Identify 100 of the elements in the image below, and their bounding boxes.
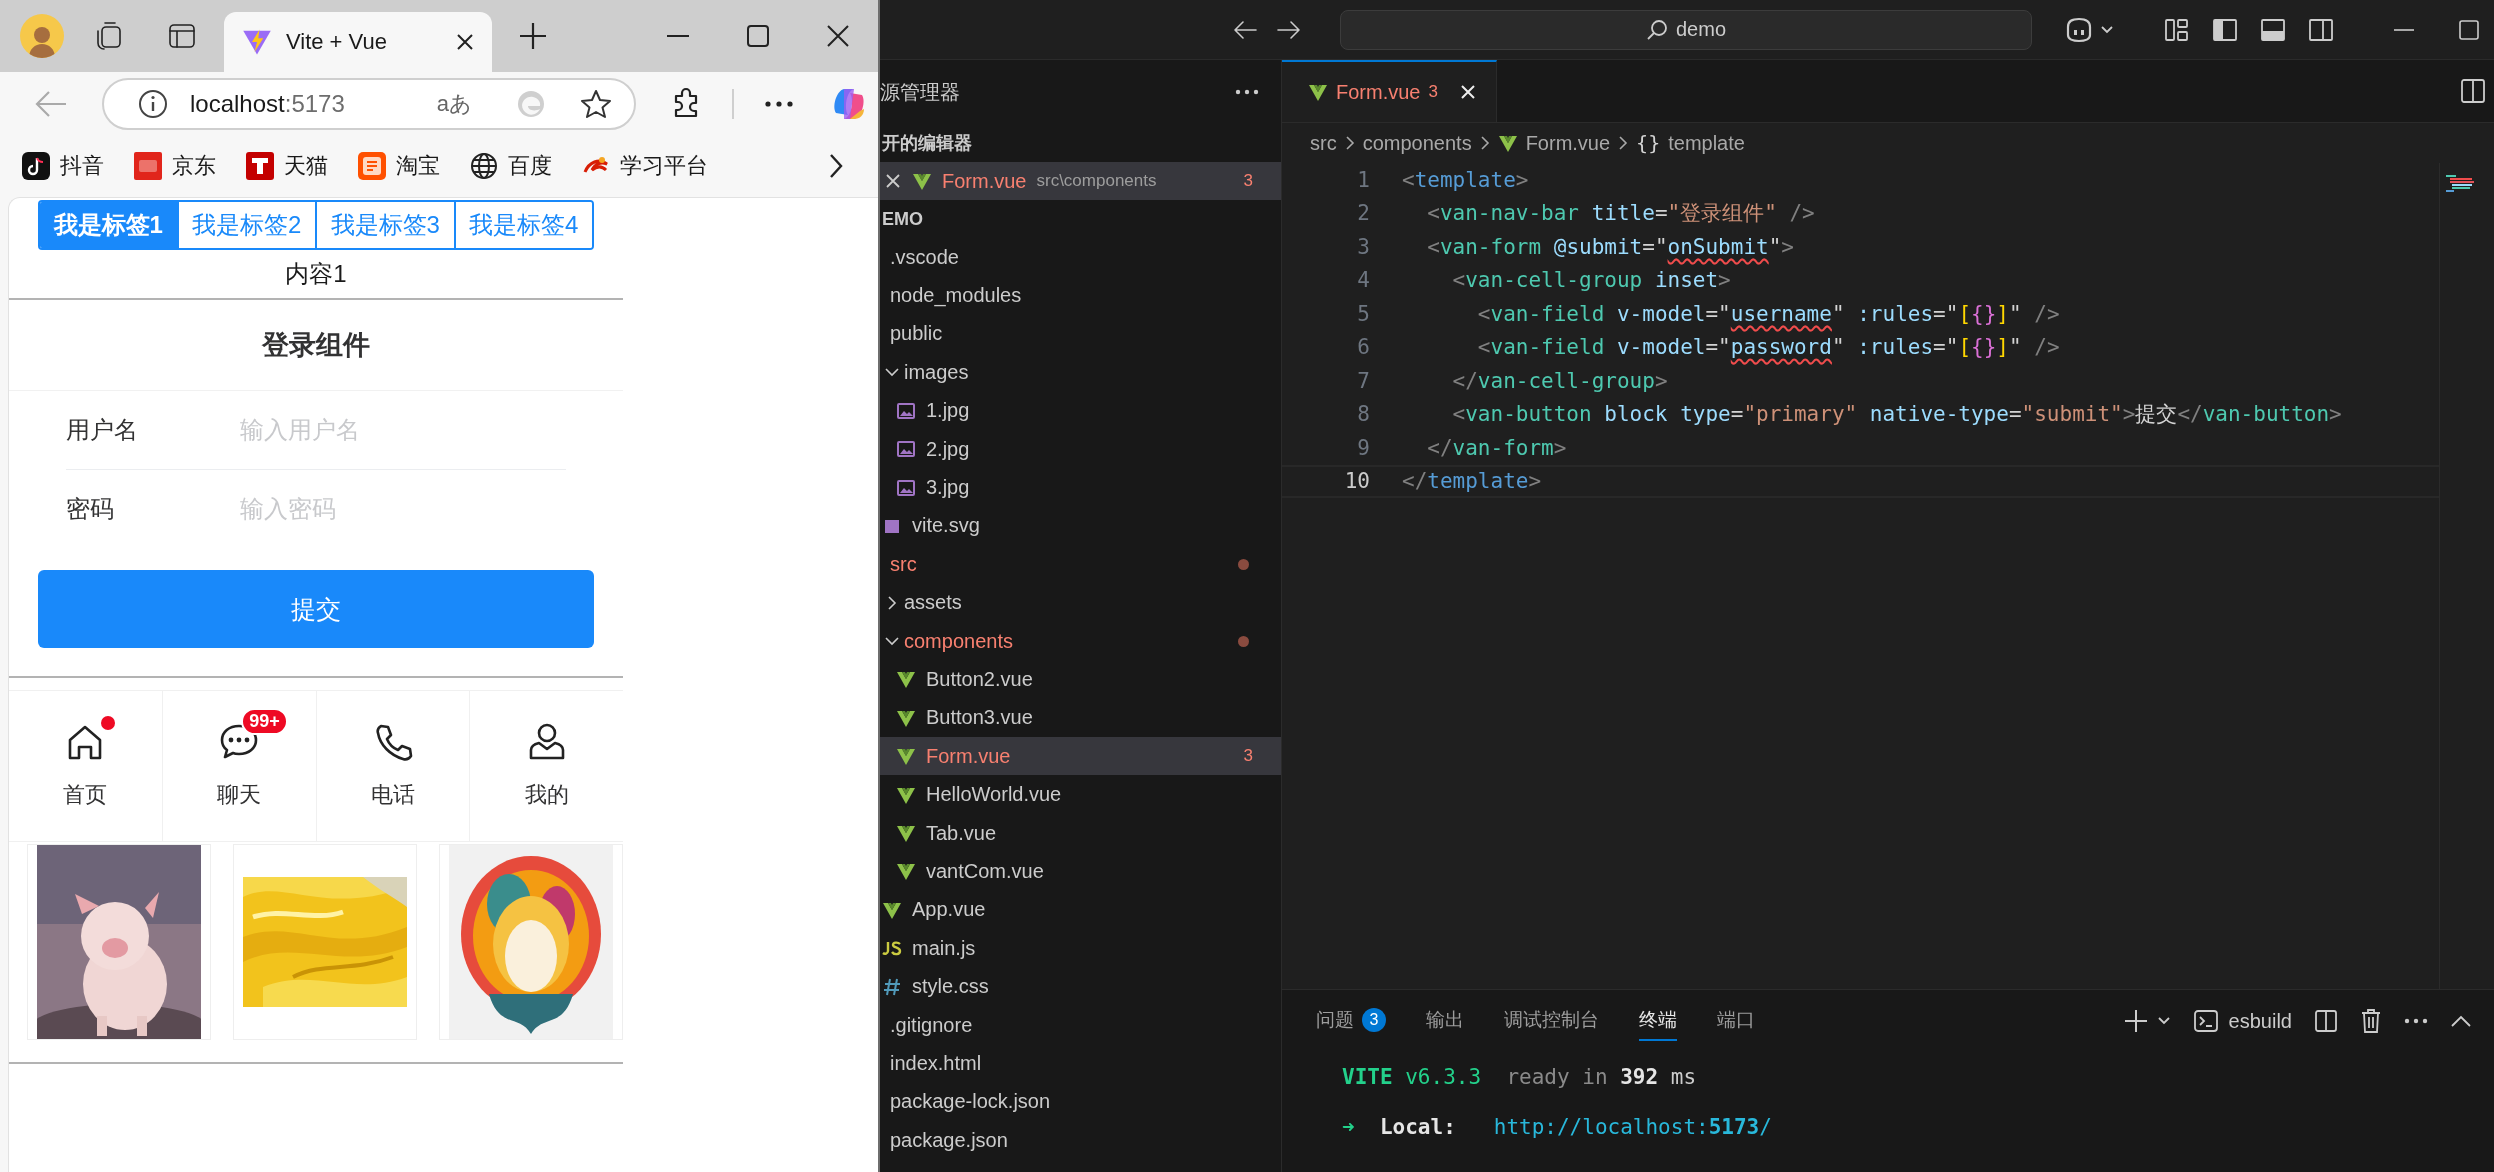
breadcrumb-item[interactable]: src: [1310, 131, 1337, 155]
tree-item[interactable]: index.html: [880, 1044, 1281, 1083]
tree-item[interactable]: .gitignore: [880, 1005, 1281, 1045]
bookmark[interactable]: 百度: [470, 151, 552, 181]
open-editor-item[interactable]: Form.vue src\components 3: [880, 162, 1281, 200]
back-arrow-icon[interactable]: [1232, 18, 1258, 41]
more-icon[interactable]: [1235, 89, 1259, 95]
tree-item[interactable]: vite.svg: [880, 506, 1281, 546]
tree-item[interactable]: App.vue: [880, 890, 1281, 930]
line-number: 9: [1356, 435, 1370, 460]
new-tab-icon[interactable]: [518, 21, 548, 51]
editor-tab[interactable]: Form.vue 3: [1282, 60, 1497, 122]
terminal-selector[interactable]: esbuild: [2192, 1009, 2292, 1033]
image-file-icon: [896, 477, 916, 498]
maximize-icon[interactable]: [2458, 18, 2480, 41]
search-icon: [1646, 18, 1668, 41]
image-file-icon: [896, 439, 916, 460]
tree-item[interactable]: Form.vue 3: [880, 737, 1281, 776]
line-number: 2: [1356, 201, 1370, 226]
file-name: style.css: [912, 975, 989, 999]
robot-icon[interactable]: [2064, 16, 2094, 43]
tree-item[interactable]: Button3.vue: [880, 698, 1281, 738]
segment-tab[interactable]: 我是标签1: [40, 202, 177, 248]
hash-file-icon: [882, 976, 902, 997]
section-header: 开的编辑器: [882, 132, 972, 155]
tree-item[interactable]: Tab.vue: [880, 813, 1281, 853]
address-bar[interactable]: localhost:5173 aあ: [102, 77, 636, 130]
breadcrumb-item[interactable]: {} template: [1636, 131, 1745, 155]
browser-tab[interactable]: Vite + Vue: [224, 12, 492, 72]
tree-item[interactable]: main.js: [880, 929, 1281, 968]
tree-item[interactable]: node_modules: [880, 276, 1281, 315]
forward-arrow-icon[interactable]: [1276, 18, 1302, 41]
terminal-icon: [2192, 1009, 2219, 1033]
maximize-icon[interactable]: [745, 23, 771, 49]
submit-button[interactable]: 提交: [38, 570, 594, 648]
chevron-up-icon[interactable]: [2450, 1014, 2472, 1028]
breadcrumb-item[interactable]: components: [1362, 131, 1472, 155]
split-terminal-icon[interactable]: [2314, 1009, 2338, 1033]
file-name: Form.vue: [926, 744, 1011, 768]
sidebar-toggle-icon[interactable]: [2212, 16, 2238, 43]
bookmark[interactable]: 京东: [134, 151, 216, 181]
file-name: Tab.vue: [926, 821, 997, 845]
globe-icon: [470, 152, 498, 180]
bookmark[interactable]: 天猫: [246, 151, 328, 181]
tree-item[interactable]: 3.jpg: [880, 468, 1281, 507]
command-center[interactable]: demo: [1340, 9, 2032, 50]
tree-item[interactable]: components: [880, 621, 1281, 661]
chevron-right-icon: [1479, 135, 1490, 151]
file-name: src: [890, 552, 917, 576]
tree-item[interactable]: Button2.vue: [880, 660, 1281, 699]
tree-item[interactable]: public: [880, 314, 1281, 354]
tree-item[interactable]: src: [880, 545, 1281, 584]
panel-tab[interactable]: 端口: [1717, 1001, 1755, 1041]
layout-icon[interactable]: [2164, 16, 2190, 43]
split-panel-icon[interactable]: [2308, 16, 2334, 43]
nav-title: 登录组件: [262, 329, 370, 362]
read-aloud-glyph[interactable]: aあ: [436, 88, 472, 119]
line-number: 1: [1356, 167, 1370, 192]
chevron-right-icon[interactable]: [828, 152, 844, 180]
tree-item[interactable]: style.css: [880, 967, 1281, 1006]
breadcrumb-item[interactable]: Form.vue: [1497, 131, 1611, 155]
file-name: 2.jpg: [926, 437, 970, 461]
line-number: 5: [1356, 301, 1370, 326]
image-file-icon: [896, 400, 916, 421]
panel-tab[interactable]: 终端: [1639, 1001, 1677, 1041]
info-icon[interactable]: [138, 88, 168, 119]
tree-item[interactable]: HelloWorld.vue: [880, 775, 1281, 814]
file-path: src\components: [1036, 171, 1157, 191]
tree-item[interactable]: vantCom.vue: [880, 852, 1281, 891]
split-editor-icon[interactable]: [2460, 78, 2486, 104]
tree-item[interactable]: images: [880, 353, 1281, 392]
close-icon[interactable]: [825, 23, 851, 49]
more-icon[interactable]: [2404, 1018, 2428, 1024]
panel-tab[interactable]: 调试控制台: [1504, 1001, 1599, 1041]
chevron-down-icon[interactable]: [2100, 24, 2114, 35]
profile-avatar[interactable]: [20, 14, 64, 58]
tree-item[interactable]: 1.jpg: [880, 391, 1281, 430]
line-number: 7: [1356, 368, 1370, 393]
line-number: 4: [1356, 268, 1370, 293]
tree-item[interactable]: 2.jpg: [880, 429, 1281, 469]
panel-tab[interactable]: 输出: [1426, 1001, 1464, 1041]
tree-item[interactable]: package-lock.json: [880, 1082, 1281, 1121]
more-icon[interactable]: [764, 99, 794, 108]
tree-item[interactable]: package.json: [880, 1121, 1281, 1160]
chevron-down-icon[interactable]: [2156, 1016, 2171, 1026]
bookmark[interactable]: 抖音: [22, 151, 104, 181]
trash-icon[interactable]: [2360, 1008, 2382, 1034]
line-number: 6: [1356, 335, 1370, 360]
file-name: index.html: [890, 1051, 982, 1075]
plus-icon[interactable]: [2122, 1008, 2149, 1034]
code-line: <van-field v-model="username" :rules="[{}]" />: [1476, 301, 2060, 326]
favorite-icon[interactable]: [580, 87, 612, 120]
tree-item[interactable]: assets: [880, 583, 1281, 622]
tree-item[interactable]: .vscode: [880, 238, 1281, 277]
bookmark[interactable]: 学习平台: [582, 151, 708, 181]
panel-toggle-icon[interactable]: [2260, 16, 2286, 43]
close-icon[interactable]: [884, 172, 902, 190]
panel-tab[interactable]: 问题 3: [1316, 1001, 1386, 1041]
segment-tab[interactable]: 我是标签4: [453, 202, 592, 248]
bookmark[interactable]: 淘宝: [358, 151, 440, 181]
